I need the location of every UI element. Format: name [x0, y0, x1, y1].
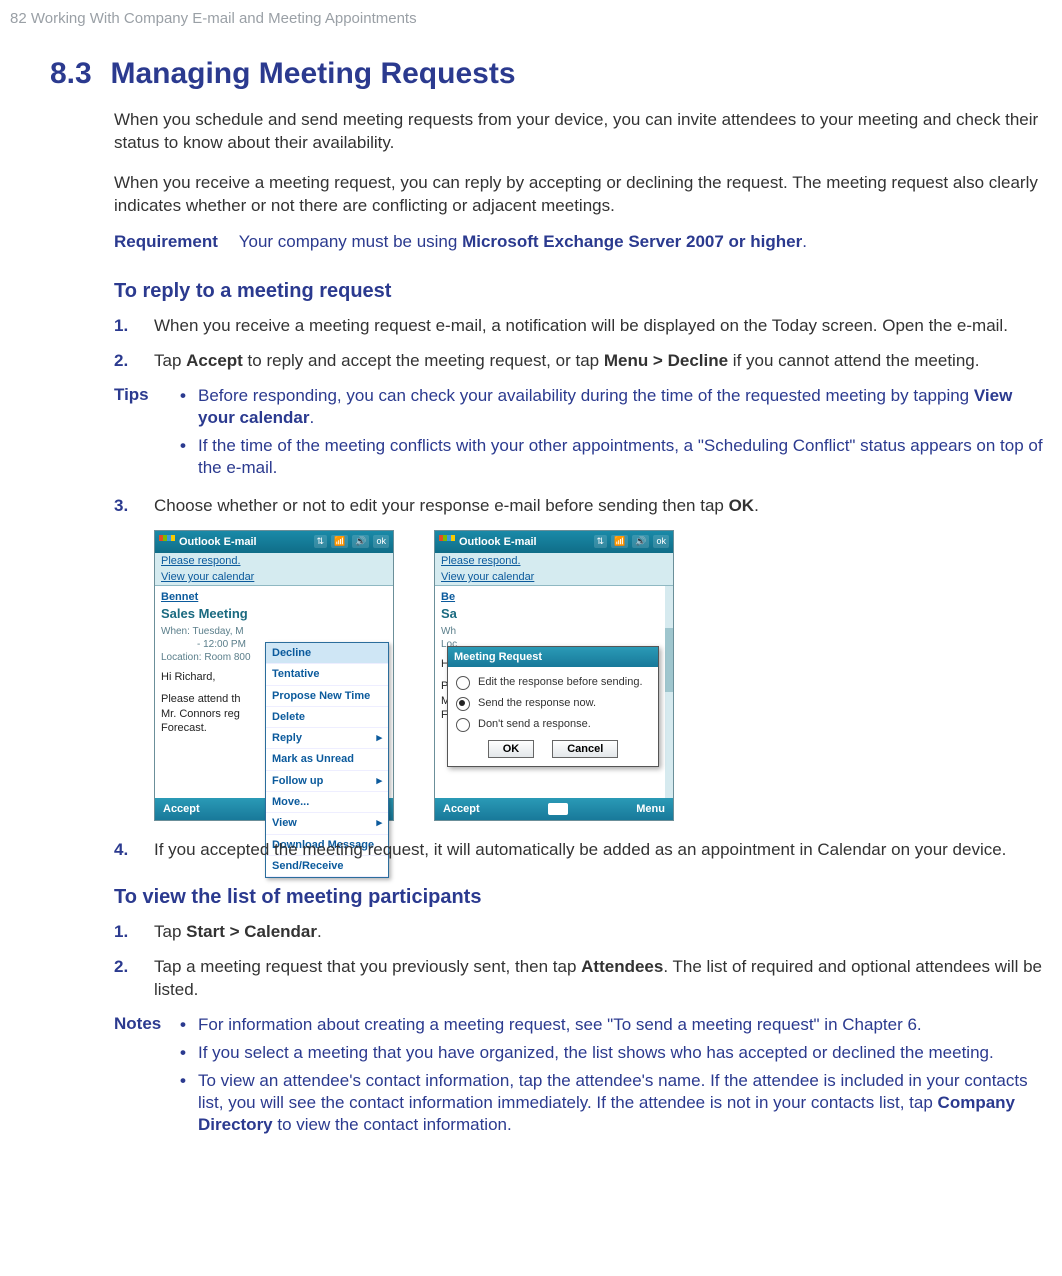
part-step-2: 2. Tap a meeting request that you previo…: [154, 956, 1044, 1002]
view-calendar-link[interactable]: View your calendar: [435, 569, 673, 585]
menu-delete[interactable]: Delete: [266, 707, 388, 728]
section-number: 8.3: [50, 57, 92, 91]
mail-when: When: Tuesday, M: [161, 625, 393, 638]
radio-option-dont-send[interactable]: Don't send a response.: [456, 717, 650, 732]
menu-follow-up[interactable]: Follow up: [266, 771, 388, 792]
radio-option-edit[interactable]: Edit the response before sending.: [456, 675, 650, 690]
volume-icon[interactable]: 🔊: [352, 535, 369, 548]
screenshot-outlook-dialog: Outlook E-mail ⇅ 📶 🔊 ok Please respond. …: [434, 530, 674, 821]
step-1: 1. When you receive a meeting request e-…: [154, 315, 1044, 338]
titlebar-icons: ⇅ 📶 🔊 ok: [594, 535, 670, 548]
signal-icon[interactable]: 📶: [331, 535, 348, 548]
window-title: Outlook E-mail: [179, 536, 314, 548]
menu-decline[interactable]: Decline: [266, 643, 388, 664]
radio-icon[interactable]: [456, 676, 470, 690]
mail-from[interactable]: Be: [441, 590, 673, 604]
intro-paragraph-1: When you schedule and send meeting reque…: [114, 109, 1048, 155]
requirement-label: Requirement: [114, 232, 234, 252]
mail-content: Bennet Sales Meeting When: Tuesday, M - …: [155, 586, 393, 798]
accept-softkey[interactable]: Accept: [443, 803, 480, 815]
notes-list: For information about creating a meeting…: [178, 1014, 1048, 1142]
mail-subject: Sales Meeting: [161, 606, 393, 623]
ok-button[interactable]: ok: [653, 535, 669, 548]
mail-when: Wh: [441, 625, 673, 638]
tips-list: Before responding, you can check your av…: [178, 385, 1048, 485]
screenshot-outlook-menu: Outlook E-mail ⇅ 📶 🔊 ok Please respond. …: [154, 530, 394, 821]
tips-block: Tips Before responding, you can check yo…: [114, 385, 1048, 485]
section-title: Managing Meeting Requests: [110, 57, 515, 91]
note-item: To view an attendee's contact informatio…: [178, 1070, 1048, 1136]
menu-tentative[interactable]: Tentative: [266, 664, 388, 685]
mail-respond-bar: Please respond. View your calendar: [435, 553, 673, 586]
step-number: 2.: [114, 350, 128, 373]
tip-item: If the time of the meeting conflicts wit…: [178, 435, 1048, 479]
step-number: 2.: [114, 956, 128, 979]
notes-block: Notes For information about creating a m…: [114, 1014, 1048, 1142]
mail-content: Be Sa Wh Loc Hi Please attend the meetin…: [435, 586, 673, 798]
tip-item: Before responding, you can check your av…: [178, 385, 1048, 429]
intro-paragraph-2: When you receive a meeting request, you …: [114, 172, 1048, 218]
requirement-row: Requirement Your company must be using M…: [114, 232, 1048, 252]
subheading-participants: To view the list of meeting participants: [114, 886, 1048, 909]
sync-icon[interactable]: ⇅: [594, 535, 608, 548]
ok-button[interactable]: ok: [373, 535, 389, 548]
radio-option-send-now[interactable]: Send the response now.: [456, 696, 650, 711]
step-number: 4.: [114, 839, 128, 862]
notes-label: Notes: [114, 1014, 178, 1142]
mail-subject: Sa: [441, 606, 673, 623]
menu-view[interactable]: View: [266, 813, 388, 834]
mail-respond-bar: Please respond. View your calendar: [155, 553, 393, 586]
titlebar-icons: ⇅ 📶 🔊 ok: [314, 535, 390, 548]
softkey-bar: Accept Menu: [435, 798, 673, 820]
radio-icon[interactable]: [456, 697, 470, 711]
window-title: Outlook E-mail: [459, 536, 594, 548]
subheading-reply: To reply to a meeting request: [114, 280, 1048, 303]
step-number: 1.: [114, 315, 128, 338]
menu-reply[interactable]: Reply: [266, 728, 388, 749]
sync-icon[interactable]: ⇅: [314, 535, 328, 548]
screenshot-row: Outlook E-mail ⇅ 📶 🔊 ok Please respond. …: [154, 530, 1048, 821]
section-heading: 8.3 Managing Meeting Requests: [50, 57, 1048, 91]
scrollbar[interactable]: [665, 586, 673, 798]
menu-propose-new-time[interactable]: Propose New Time: [266, 686, 388, 707]
meeting-request-dialog: Meeting Request Edit the response before…: [447, 646, 659, 767]
note-item: If you select a meeting that you have or…: [178, 1042, 1048, 1064]
view-calendar-link[interactable]: View your calendar: [155, 569, 393, 585]
ok-button[interactable]: OK: [488, 740, 535, 758]
windows-flag-icon: [159, 535, 175, 549]
running-header: 82 Working With Company E-mail and Meeti…: [10, 10, 1052, 27]
please-respond-link[interactable]: Please respond.: [155, 553, 393, 569]
please-respond-link[interactable]: Please respond.: [435, 553, 673, 569]
note-item: For information about creating a meeting…: [178, 1014, 1048, 1036]
requirement-text: Your company must be using Microsoft Exc…: [239, 232, 807, 252]
scrollbar-thumb[interactable]: [665, 628, 673, 692]
step-4: 4. If you accepted the meeting request, …: [154, 839, 1044, 862]
windows-flag-icon: [439, 535, 455, 549]
titlebar: Outlook E-mail ⇅ 📶 🔊 ok: [155, 531, 393, 553]
cancel-button[interactable]: Cancel: [552, 740, 618, 758]
step-number: 1.: [114, 921, 128, 944]
step-2: 2. Tap Accept to reply and accept the me…: [154, 350, 1044, 373]
volume-icon[interactable]: 🔊: [632, 535, 649, 548]
menu-softkey[interactable]: Menu: [636, 803, 665, 815]
menu-move[interactable]: Move...: [266, 792, 388, 813]
mail-from[interactable]: Bennet: [161, 590, 393, 604]
titlebar: Outlook E-mail ⇅ 📶 🔊 ok: [435, 531, 673, 553]
signal-icon[interactable]: 📶: [611, 535, 628, 548]
keyboard-icon[interactable]: [548, 803, 568, 815]
dialog-body: Edit the response before sending. Send t…: [448, 667, 658, 766]
radio-icon[interactable]: [456, 718, 470, 732]
dialog-title: Meeting Request: [448, 647, 658, 667]
accept-softkey[interactable]: Accept: [163, 803, 200, 815]
tips-label: Tips: [114, 385, 178, 485]
menu-mark-unread[interactable]: Mark as Unread: [266, 749, 388, 770]
part-step-1: 1. Tap Start > Calendar.: [154, 921, 1044, 944]
step-3: 3. Choose whether or not to edit your re…: [154, 495, 1044, 518]
step-number: 3.: [114, 495, 128, 518]
